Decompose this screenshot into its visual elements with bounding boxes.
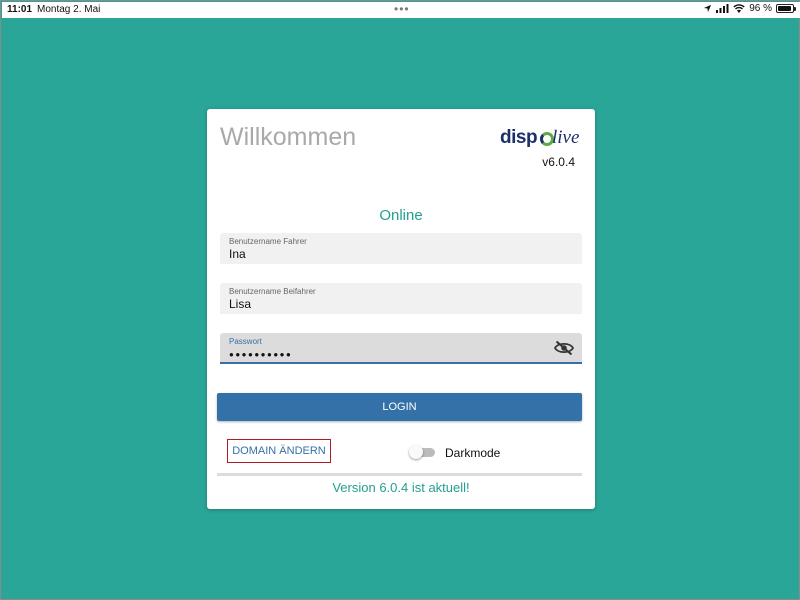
codriver-username-value[interactable]: Lisa xyxy=(229,297,251,311)
codriver-username-label: Benutzername Beifahrer xyxy=(229,287,316,296)
multitasking-dots[interactable]: ••• xyxy=(394,2,410,16)
status-date: Montag 2. Mai xyxy=(37,4,101,15)
status-bar: 11:01 Montag 2. Mai ••• 96 % xyxy=(2,2,800,18)
codriver-username-field[interactable]: Benutzername Beifahrer Lisa xyxy=(220,283,582,314)
battery-icon xyxy=(776,4,796,13)
app-version: v6.0.4 xyxy=(542,155,575,169)
wifi-icon xyxy=(733,4,745,13)
darkmode-toggle-knob xyxy=(409,445,423,459)
login-button[interactable]: LOGIN xyxy=(217,393,582,421)
password-field[interactable]: Passwort ●●●●●●●●●● xyxy=(220,333,582,364)
darkmode-label: Darkmode xyxy=(445,446,501,460)
page-title: Willkommen xyxy=(220,123,357,151)
battery-percent: 96 % xyxy=(749,3,772,14)
dispolive-logo: disp live xyxy=(500,127,580,151)
password-value[interactable]: ●●●●●●●●●● xyxy=(229,350,292,359)
status-time: 11:01 xyxy=(7,4,33,15)
driver-username-field[interactable]: Benutzername Fahrer Ina xyxy=(220,233,582,264)
eye-off-icon[interactable] xyxy=(553,340,575,361)
driver-username-value[interactable]: Ina xyxy=(229,247,246,261)
driver-username-label: Benutzername Fahrer xyxy=(229,237,307,246)
logo-text-disp: disp xyxy=(500,127,538,148)
status-indicators: 96 % xyxy=(703,3,796,14)
login-card: Willkommen disp live v6.0.4 Online Benut… xyxy=(207,109,595,509)
change-domain-button[interactable]: DOMAIN ÄNDERN xyxy=(227,439,331,463)
darkmode-toggle[interactable] xyxy=(409,445,435,459)
signal-icon xyxy=(716,4,729,13)
password-label: Passwort xyxy=(229,337,262,346)
location-icon xyxy=(703,4,712,13)
version-status-message: Version 6.0.4 ist aktuell! xyxy=(332,480,470,495)
logo-text-live: live xyxy=(552,127,580,148)
divider xyxy=(217,473,582,476)
app-background: 11:01 Montag 2. Mai ••• 96 % Willkommen … xyxy=(0,0,800,600)
battery-fill xyxy=(778,6,792,11)
connection-status: Online xyxy=(379,207,423,224)
